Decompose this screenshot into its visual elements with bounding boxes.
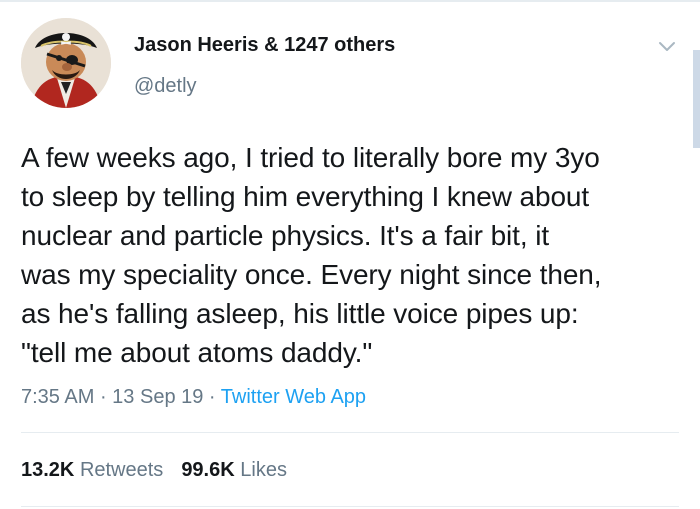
tweet-text: A few weeks ago, I tried to literally bo… bbox=[21, 138, 686, 372]
tweet-time[interactable]: 7:35 AM bbox=[21, 386, 94, 408]
top-divider bbox=[0, 0, 700, 2]
tweet-line: to sleep by telling him everything I kne… bbox=[21, 181, 590, 212]
tweet-line: as he's falling asleep, his little voice… bbox=[21, 298, 579, 329]
chevron-down-icon[interactable] bbox=[655, 34, 679, 58]
display-name[interactable]: Jason Heeris & 1247 others bbox=[134, 34, 395, 57]
retweets-stat[interactable]: 13.2K Retweets bbox=[21, 459, 163, 482]
separator: · bbox=[203, 386, 221, 408]
user-handle[interactable]: @detly bbox=[134, 75, 197, 98]
tweet-line: nuclear and particle physics. It's a fai… bbox=[21, 220, 550, 251]
likes-label: Likes bbox=[240, 459, 287, 481]
divider bbox=[21, 432, 679, 433]
tweet-stats: 13.2K Retweets 99.6K Likes bbox=[21, 459, 305, 482]
tweet-line: A few weeks ago, I tried to literally bo… bbox=[21, 142, 600, 173]
scroll-indicator bbox=[693, 50, 700, 148]
likes-stat[interactable]: 99.6K Likes bbox=[181, 459, 287, 482]
tweet-line: was my speciality once. Every night sinc… bbox=[21, 259, 602, 290]
retweets-label: Retweets bbox=[79, 459, 164, 481]
tweet-date[interactable]: 13 Sep 19 bbox=[112, 386, 203, 408]
likes-count: 99.6K bbox=[181, 459, 235, 481]
separator: · bbox=[94, 386, 113, 408]
pirate-puppet-avatar bbox=[21, 18, 111, 108]
tweet-metadata: 7:35 AM · 13 Sep 19 · Twitter Web App bbox=[21, 386, 366, 409]
avatar[interactable] bbox=[21, 18, 111, 108]
tweet-line: "tell me about atoms daddy." bbox=[21, 337, 373, 368]
retweets-count: 13.2K bbox=[21, 459, 75, 481]
divider bbox=[21, 506, 679, 507]
tweet-source-link[interactable]: Twitter Web App bbox=[221, 386, 366, 408]
